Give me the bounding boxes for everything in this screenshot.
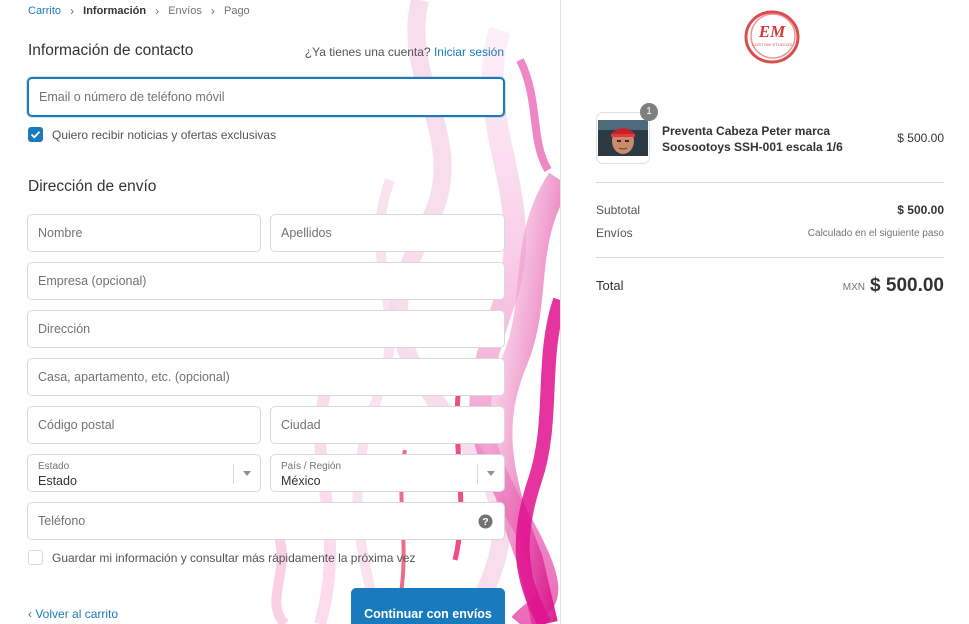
logo-subtext: CUSTOM STUDIOS	[751, 42, 793, 47]
phone-placeholder: Teléfono	[38, 514, 86, 528]
breadcrumb-cart[interactable]: Carrito	[28, 5, 61, 17]
newsletter-label: Quiero recibir noticias y ofertas exclus…	[52, 128, 277, 142]
back-to-cart-label: Volver al carrito	[35, 607, 119, 621]
chevron-right-icon: ›	[210, 4, 215, 18]
chevron-down-icon	[243, 471, 251, 476]
contact-section-title: Información de contacto	[28, 42, 194, 59]
state-value: Estado	[38, 474, 77, 488]
address-field[interactable]: Dirección	[27, 310, 505, 348]
continue-to-shipping-button[interactable]: Continuar con envíos	[351, 588, 505, 624]
select-divider	[233, 464, 234, 484]
select-divider	[477, 464, 478, 484]
product-thumbnail	[596, 112, 650, 164]
country-select[interactable]: País / Región México	[270, 454, 505, 492]
product-name-line2: Soosootoys SSH-001 escala 1/6	[662, 140, 843, 154]
company-placeholder: Empresa (opcional)	[38, 274, 147, 288]
currency-code: MXN	[842, 282, 865, 293]
apartment-placeholder: Casa, apartamento, etc. (opcional)	[38, 370, 230, 384]
state-label: Estado	[38, 461, 70, 472]
breadcrumb-payment: Pago	[223, 5, 250, 17]
product-name: Preventa Cabeza Peter marca Soosootoys S…	[662, 123, 843, 155]
postal-code-field[interactable]: Código postal	[27, 406, 261, 444]
order-summary-panel	[560, 0, 969, 624]
state-select[interactable]: Estado Estado	[27, 454, 261, 492]
checkmark-icon	[30, 131, 41, 139]
company-field[interactable]: Empresa (opcional)	[27, 262, 505, 300]
summary-divider	[596, 182, 944, 183]
first-name-placeholder: Nombre	[38, 226, 83, 240]
subtotal-value: $ 500.00	[897, 203, 944, 217]
back-to-cart-link[interactable]: ‹ Volver al carrito	[28, 607, 118, 621]
country-value: México	[281, 474, 321, 488]
help-icon[interactable]: ?	[478, 514, 493, 529]
product-name-line1: Preventa Cabeza Peter marca	[662, 124, 831, 138]
last-name-field[interactable]: Apellidos	[270, 214, 505, 252]
save-info-label: Guardar mi información y consultar más r…	[52, 551, 416, 565]
breadcrumb: Carrito › Información › Envíos › Pago	[28, 4, 250, 18]
chevron-down-icon	[487, 471, 495, 476]
last-name-placeholder: Apellidos	[281, 226, 332, 240]
subtotal-label: Subtotal	[596, 203, 641, 217]
city-placeholder: Ciudad	[281, 418, 321, 432]
shipping-label: Envíos	[596, 226, 633, 240]
store-logo[interactable]: EM CUSTOM STUDIOS	[742, 8, 802, 66]
first-name-field[interactable]: Nombre	[27, 214, 261, 252]
account-prompt: ¿Ya tienes una cuenta? Iniciar sesión	[305, 45, 504, 59]
address-placeholder: Dirección	[38, 322, 91, 336]
shipping-value: Calculado en el siguiente paso	[807, 228, 944, 239]
email-placeholder: Email o número de teléfono móvil	[39, 90, 225, 104]
svg-text:?: ?	[482, 516, 488, 528]
summary-divider	[596, 257, 944, 258]
logo-text: EM	[758, 22, 786, 41]
chevron-right-icon: ›	[70, 4, 75, 18]
phone-field[interactable]: Teléfono ?	[27, 502, 505, 540]
save-info-checkbox[interactable]	[28, 550, 43, 565]
breadcrumb-shipping: Envíos	[168, 5, 202, 17]
email-field[interactable]: Email o número de teléfono móvil	[27, 77, 505, 117]
account-prompt-text: ¿Ya tienes una cuenta?	[304, 45, 431, 59]
city-field[interactable]: Ciudad	[270, 406, 505, 444]
chevron-right-icon: ›	[155, 4, 160, 18]
total-label: Total	[596, 278, 624, 293]
total-value: $ 500.00	[870, 275, 944, 296]
login-link[interactable]: Iniciar sesión	[434, 45, 504, 59]
apartment-field[interactable]: Casa, apartamento, etc. (opcional)	[27, 358, 505, 396]
product-image	[598, 120, 648, 156]
country-label: País / Región	[281, 461, 342, 472]
shipping-section-title: Dirección de envío	[28, 178, 157, 195]
breadcrumb-information: Información	[83, 5, 147, 17]
newsletter-checkbox[interactable]	[28, 127, 43, 142]
checkout-form-panel: Carrito › Información › Envíos › Pago In…	[0, 0, 560, 624]
postal-code-placeholder: Código postal	[38, 418, 115, 432]
continue-button-label: Continuar con envíos	[364, 607, 492, 621]
chevron-left-icon: ‹	[28, 607, 32, 621]
product-price: $ 500.00	[897, 131, 944, 145]
quantity-badge: 1	[640, 103, 658, 121]
